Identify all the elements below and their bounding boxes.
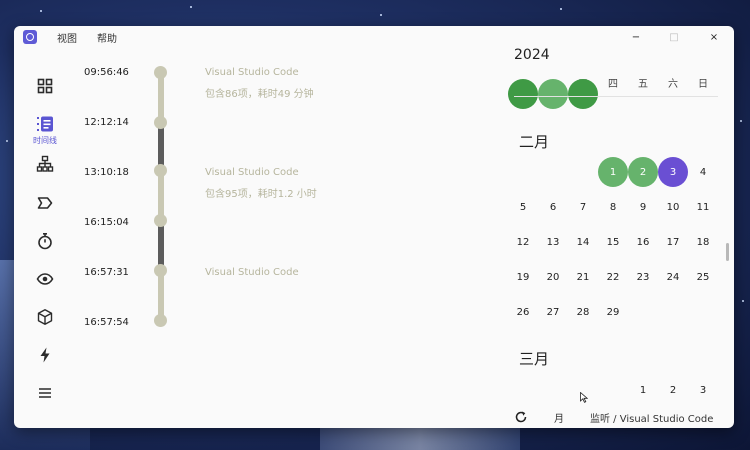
cube-icon <box>37 309 53 325</box>
stopwatch-icon <box>38 233 52 250</box>
menu-help[interactable]: 帮助 <box>97 30 117 45</box>
calendar-panel: 2024 一 二 三 四 五 六 日 二月 1 2 3 4 5 6 7 8 9 … <box>508 42 724 402</box>
calendar-day[interactable]: 26 <box>508 297 538 327</box>
timeline-node[interactable] <box>154 116 167 129</box>
nav-stopwatch[interactable] <box>26 232 64 250</box>
calendar-year: 2024 <box>514 47 550 63</box>
nav-timeline[interactable]: 时间线 <box>26 115 64 146</box>
calendar-day[interactable]: 14 <box>568 227 598 257</box>
calendar-day[interactable]: 11 <box>688 192 718 222</box>
calendar-day[interactable]: 7 <box>568 192 598 222</box>
calendar-day[interactable]: 20 <box>538 262 568 292</box>
calendar-day[interactable]: 27 <box>538 297 568 327</box>
weekday-divider <box>514 96 718 97</box>
timeline-node[interactable] <box>154 214 167 227</box>
timeline-node[interactable] <box>154 314 167 327</box>
month-title-march: 三月 <box>519 350 550 368</box>
nav-dashboard[interactable] <box>26 77 64 95</box>
session-title[interactable]: Visual Studio Code <box>205 267 299 278</box>
lightning-icon <box>40 347 50 363</box>
menu-icon <box>39 388 51 398</box>
calendar-day[interactable]: 18 <box>688 227 718 257</box>
calendar-day[interactable]: 25 <box>688 262 718 292</box>
nav-menu[interactable] <box>26 384 64 402</box>
timeline-icon <box>37 116 53 132</box>
calendar-scrollbar[interactable] <box>726 243 729 261</box>
timeline-segment-active <box>158 122 164 170</box>
weekday-label: 六 <box>668 79 678 90</box>
refresh-icon[interactable] <box>514 410 528 424</box>
calendar-day[interactable]: 15 <box>598 227 628 257</box>
nav-hierarchy[interactable] <box>26 155 64 173</box>
nav-eye[interactable] <box>26 270 64 288</box>
app-window: 视图 帮助 − □ × 时间线 09:56:46 12:12:14 13:10:… <box>14 26 734 428</box>
calendar-day[interactable]: 6 <box>538 192 568 222</box>
calendar-day[interactable]: 1 <box>598 157 628 187</box>
app-logo-icon <box>23 30 37 44</box>
hierarchy-icon <box>36 155 54 172</box>
calendar-day[interactable]: 4 <box>688 157 718 187</box>
calendar-day[interactable]: 24 <box>658 262 688 292</box>
dashboard-icon <box>37 78 53 94</box>
status-bar: 月 监听 / Visual Studio Code <box>508 408 724 426</box>
calendar-day-today[interactable]: 3 <box>658 157 688 187</box>
calendar-day[interactable]: 12 <box>508 227 538 257</box>
timeline-segment-idle <box>158 72 164 122</box>
calendar-day[interactable]: 8 <box>598 192 628 222</box>
tag-icon <box>37 197 53 209</box>
nav-lightning[interactable] <box>26 346 64 364</box>
timeline-node[interactable] <box>154 66 167 79</box>
calendar-day[interactable]: 29 <box>598 297 628 327</box>
calendar-day[interactable]: 22 <box>598 262 628 292</box>
timeline-time: 12:12:14 <box>84 117 129 128</box>
mouse-cursor-icon <box>580 392 588 403</box>
timeline-node[interactable] <box>154 264 167 277</box>
timeline-node[interactable] <box>154 164 167 177</box>
calendar-day[interactable]: 5 <box>508 192 538 222</box>
weekday-label: 五 <box>638 79 648 90</box>
timeline-time: 16:15:04 <box>84 217 129 228</box>
nav-cube[interactable] <box>26 308 64 326</box>
january-day-cut[interactable] <box>508 79 538 109</box>
calendar-day[interactable]: 28 <box>568 297 598 327</box>
nav-timeline-label: 时间线 <box>33 136 57 145</box>
timeline-time: 13:10:18 <box>84 167 129 178</box>
timeline-time: 09:56:46 <box>84 67 129 78</box>
timeline-segment-idle <box>158 170 164 220</box>
calendar-day[interactable]: 17 <box>658 227 688 257</box>
january-day-cut[interactable] <box>568 79 598 109</box>
view-mode-toggle[interactable]: 月 <box>554 410 564 425</box>
timeline-segment-active <box>158 220 164 270</box>
session-title[interactable]: Visual Studio Code <box>205 67 299 78</box>
calendar-day[interactable]: 19 <box>508 262 538 292</box>
calendar-day[interactable]: 10 <box>658 192 688 222</box>
calendar-day[interactable]: 23 <box>628 262 658 292</box>
menu-view[interactable]: 视图 <box>57 30 77 45</box>
weekday-label: 日 <box>698 79 708 90</box>
month-title-feb: 二月 <box>519 133 550 151</box>
session-title[interactable]: Visual Studio Code <box>205 167 299 178</box>
timeline-time: 16:57:54 <box>84 317 129 328</box>
calendar-day[interactable]: 2 <box>628 157 658 187</box>
weekday-label: 四 <box>608 79 618 90</box>
calendar-day[interactable]: 13 <box>538 227 568 257</box>
january-day-cut[interactable] <box>538 79 568 109</box>
monitor-status: 监听 / Visual Studio Code <box>590 414 714 425</box>
timeline-panel: 09:56:46 12:12:14 13:10:18 16:15:04 16:5… <box>76 62 506 402</box>
timeline-time: 16:57:31 <box>84 267 129 278</box>
eye-icon <box>36 273 54 285</box>
calendar-day[interactable]: 9 <box>628 192 658 222</box>
calendar-day[interactable]: 3 <box>688 375 718 402</box>
calendar-day[interactable]: 2 <box>658 375 688 402</box>
nav-tag[interactable] <box>26 194 64 212</box>
calendar-day[interactable]: 1 <box>628 375 658 402</box>
calendar-day[interactable]: 16 <box>628 227 658 257</box>
calendar-day[interactable]: 21 <box>568 262 598 292</box>
timeline-segment-idle <box>158 270 164 320</box>
session-detail: 包含95项，耗时1.2 小时 <box>205 189 317 200</box>
session-detail: 包含86项，耗时49 分钟 <box>205 89 314 100</box>
